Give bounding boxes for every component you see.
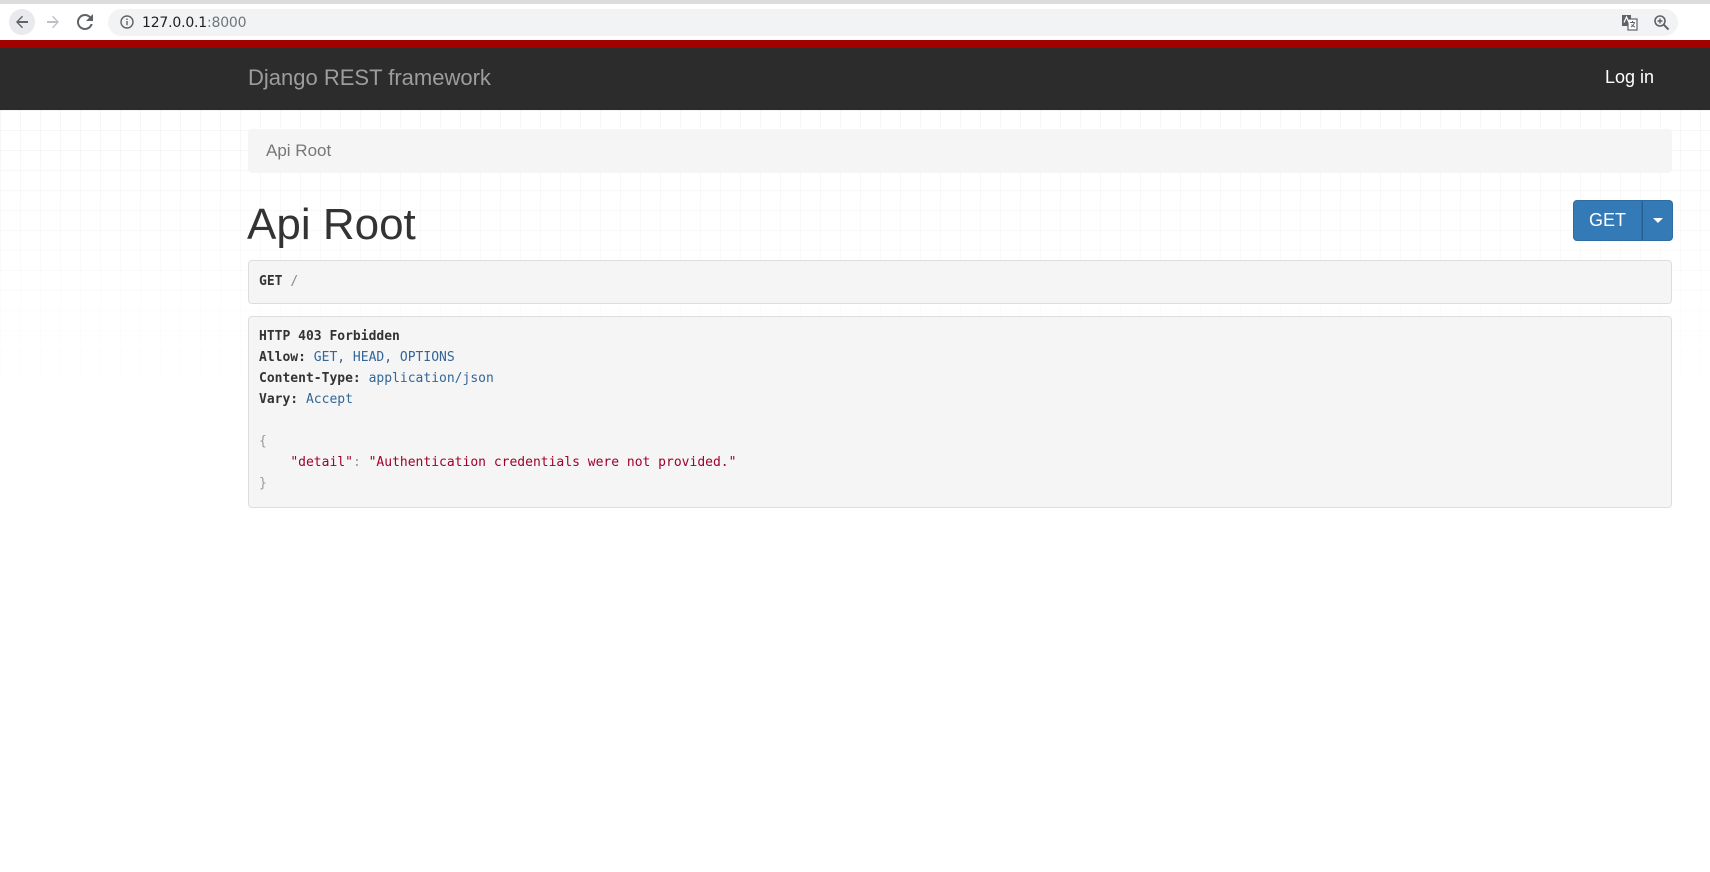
header-value: Accept <box>305 392 353 407</box>
forward-button[interactable] <box>40 9 66 35</box>
arrow-right-icon <box>47 15 59 29</box>
response-status: HTTP 403 Forbidden <box>259 329 400 344</box>
response-info: HTTP 403 Forbidden Allow: GET, HEAD, OPT… <box>248 316 1672 508</box>
back-button[interactable] <box>9 9 35 35</box>
reload-icon <box>77 14 93 30</box>
breadcrumb-item-api-root: Api Root <box>266 141 332 160</box>
zoom-icon[interactable] <box>1653 14 1670 31</box>
info-icon[interactable] <box>120 15 134 29</box>
get-button[interactable]: GET <box>1573 200 1642 241</box>
translate-icon[interactable] <box>1621 14 1638 31</box>
header-value: GET, HEAD, OPTIONS <box>313 350 455 365</box>
json-key: "detail" <box>290 455 353 470</box>
page-title: Api Root <box>247 200 416 249</box>
navbar: Django REST framework Log in <box>0 48 1710 110</box>
header-value: application/json <box>368 371 494 386</box>
request-method: GET <box>259 274 283 289</box>
response-header-allow: Allow: GET, HEAD, OPTIONS <box>259 350 455 365</box>
header-key: Vary: <box>259 392 299 407</box>
url-host: 127.0.0.1 <box>142 15 207 31</box>
json-open-brace: { <box>259 434 267 449</box>
request-info: GET / <box>248 260 1672 304</box>
arrow-left-icon <box>16 15 28 29</box>
url-port: :8000 <box>207 15 247 31</box>
breadcrumb: Api Root <box>248 129 1672 173</box>
request-line: GET / <box>259 274 298 289</box>
brand-link[interactable]: Django REST framework <box>248 65 491 91</box>
browser-toolbar: 127.0.0.1:8000 <box>0 4 1710 41</box>
reload-button[interactable] <box>72 9 98 35</box>
format-dropdown-toggle[interactable] <box>1642 200 1673 241</box>
response-header-vary: Vary: Accept <box>259 392 353 407</box>
header-key: Allow: <box>259 350 306 365</box>
navbar-accent-stripe <box>0 40 1710 48</box>
json-value: "Authentication credentials were not pro… <box>368 455 737 470</box>
header-key: Content-Type: <box>259 371 361 386</box>
response-header-content-type: Content-Type: application/json <box>259 371 494 386</box>
login-link[interactable]: Log in <box>1605 67 1654 88</box>
json-detail-line: "detail": "Authentication credentials we… <box>259 455 736 470</box>
url-text[interactable]: 127.0.0.1:8000 <box>142 15 247 31</box>
json-separator: : <box>352 455 369 470</box>
request-path: / <box>290 274 299 289</box>
json-close-brace: } <box>259 476 267 491</box>
get-button-group: GET <box>1573 200 1673 241</box>
address-bar[interactable]: 127.0.0.1:8000 <box>108 9 1678 36</box>
caret-down-icon <box>1652 218 1663 223</box>
